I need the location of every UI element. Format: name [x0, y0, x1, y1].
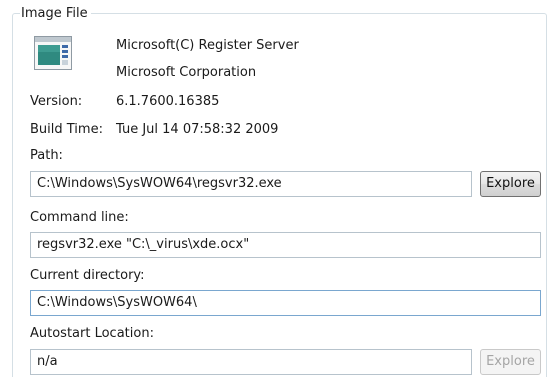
autostart-location-field[interactable]: n/a	[30, 349, 472, 375]
autostart-explore-button[interactable]: Explore	[480, 349, 541, 375]
build-time-value: Tue Jul 14 07:58:32 2009	[116, 122, 279, 137]
command-line-label: Command line:	[30, 210, 129, 225]
current-directory-field[interactable]: C:\Windows\SysWOW64\	[30, 290, 541, 316]
current-directory-label: Current directory:	[30, 268, 145, 283]
command-line-field[interactable]: regsvr32.exe "C:\_virus\xde.ocx"	[30, 232, 541, 258]
groupbox-title: Image File	[20, 6, 91, 21]
executable-window-icon	[34, 36, 72, 70]
autostart-location-label: Autostart Location:	[30, 326, 154, 341]
image-company: Microsoft Corporation	[116, 65, 257, 80]
version-value: 6.1.7600.16385	[116, 94, 220, 109]
version-label: Version:	[30, 94, 83, 109]
path-label: Path:	[30, 148, 63, 163]
path-explore-button[interactable]: Explore	[480, 171, 541, 197]
build-time-label: Build Time:	[30, 122, 103, 137]
image-description: Microsoft(C) Register Server	[116, 38, 299, 53]
path-field[interactable]: C:\Windows\SysWOW64\regsvr32.exe	[30, 171, 472, 197]
